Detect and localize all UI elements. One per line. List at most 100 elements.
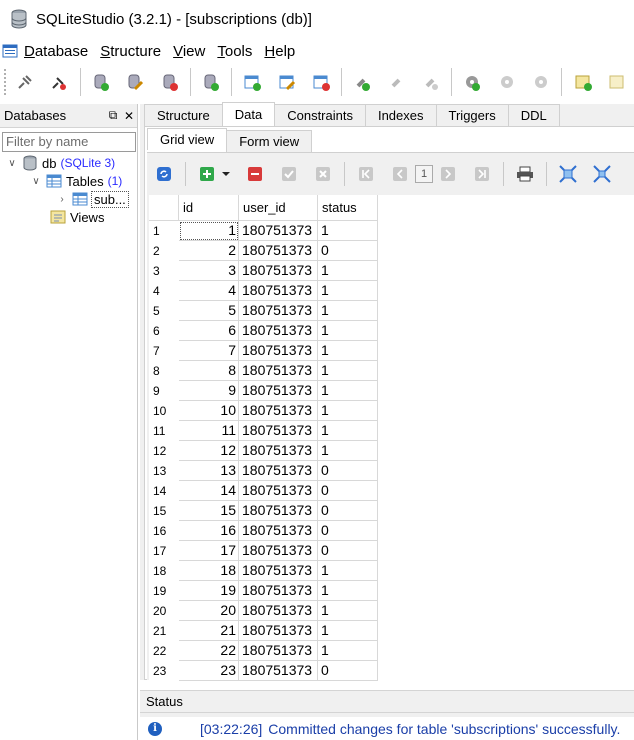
cell-user-id[interactable]: 180751373 <box>239 461 318 481</box>
previous-page-icon[interactable] <box>389 163 411 185</box>
column-header-status[interactable]: status <box>318 195 378 221</box>
page-number-field[interactable]: 1 <box>415 165 433 183</box>
row-number[interactable]: 22 <box>149 641 179 661</box>
tab-ddl[interactable]: DDL <box>507 104 560 126</box>
create-index-icon[interactable] <box>351 70 373 94</box>
cell-user-id[interactable]: 180751373 <box>239 621 318 641</box>
cell-user-id[interactable]: 180751373 <box>239 241 318 261</box>
edit-trigger-icon[interactable] <box>496 70 518 94</box>
cell-status[interactable]: 1 <box>318 381 378 401</box>
cell-id[interactable]: 7 <box>179 341 239 361</box>
row-number[interactable]: 4 <box>149 281 179 301</box>
cell-status[interactable]: 0 <box>318 521 378 541</box>
delete-row-icon[interactable] <box>244 163 266 185</box>
cell-id[interactable]: 12 <box>179 441 239 461</box>
cell-id[interactable]: 3 <box>179 261 239 281</box>
collapse-chevron-icon[interactable]: ∨ <box>6 158 18 169</box>
close-panel-icon[interactable]: ✕ <box>121 109 137 123</box>
float-panel-icon[interactable]: ⧉ <box>105 108 121 123</box>
cell-status[interactable]: 0 <box>318 661 378 681</box>
cell-status[interactable]: 1 <box>318 561 378 581</box>
cell-status[interactable]: 1 <box>318 581 378 601</box>
table-row[interactable]: 8 8 180751373 1 <box>149 361 634 381</box>
table-row[interactable]: 10 10 180751373 1 <box>149 401 634 421</box>
tree-item-table-subscriptions[interactable]: › sub... <box>56 190 129 208</box>
edit-table-icon[interactable] <box>275 70 297 94</box>
disconnect-icon[interactable] <box>48 70 70 94</box>
row-number[interactable]: 16 <box>149 521 179 541</box>
cell-status[interactable]: 0 <box>318 461 378 481</box>
row-number[interactable]: 11 <box>149 421 179 441</box>
cell-user-id[interactable]: 180751373 <box>239 541 318 561</box>
edit-view-icon[interactable] <box>606 70 628 94</box>
table-row[interactable]: 7 7 180751373 1 <box>149 341 634 361</box>
corner-header-cell[interactable] <box>149 195 179 221</box>
cell-id[interactable]: 20 <box>179 601 239 621</box>
column-header-user-id[interactable]: user_id <box>239 195 318 221</box>
row-number[interactable]: 8 <box>149 361 179 381</box>
remove-database-icon[interactable] <box>158 70 180 94</box>
tab-data[interactable]: Data <box>221 102 276 126</box>
row-number[interactable]: 23 <box>149 661 179 681</box>
table-row[interactable]: 13 13 180751373 0 <box>149 461 634 481</box>
cell-id[interactable]: 21 <box>179 621 239 641</box>
cell-id[interactable]: 9 <box>179 381 239 401</box>
mdi-window-icon[interactable] <box>2 43 18 59</box>
cell-id[interactable]: 23 <box>179 661 239 681</box>
insert-row-dropdown-icon[interactable] <box>220 163 232 185</box>
fit-columns-icon[interactable] <box>557 163 579 185</box>
cell-id[interactable]: 22 <box>179 641 239 661</box>
cell-id[interactable]: 14 <box>179 481 239 501</box>
cell-user-id[interactable]: 180751373 <box>239 341 318 361</box>
table-row[interactable]: 6 6 180751373 1 <box>149 321 634 341</box>
tab-form-view[interactable]: Form view <box>226 130 313 152</box>
table-row[interactable]: 22 22 180751373 1 <box>149 641 634 661</box>
refresh-database-icon[interactable] <box>200 70 222 94</box>
cell-id[interactable]: 2 <box>179 241 239 261</box>
cell-user-id[interactable]: 180751373 <box>239 361 318 381</box>
table-row[interactable]: 19 19 180751373 1 <box>149 581 634 601</box>
create-view-icon[interactable] <box>571 70 593 94</box>
row-number[interactable]: 17 <box>149 541 179 561</box>
cell-id[interactable]: 5 <box>179 301 239 321</box>
last-page-icon[interactable] <box>471 163 493 185</box>
tab-triggers[interactable]: Triggers <box>435 104 509 126</box>
first-page-icon[interactable] <box>355 163 377 185</box>
table-row[interactable]: 18 18 180751373 1 <box>149 561 634 581</box>
cell-id[interactable]: 15 <box>179 501 239 521</box>
row-number[interactable]: 2 <box>149 241 179 261</box>
table-row[interactable]: 17 17 180751373 0 <box>149 541 634 561</box>
tree-item-views[interactable]: Views <box>42 208 104 226</box>
cell-user-id[interactable]: 180751373 <box>239 641 318 661</box>
cell-user-id[interactable]: 180751373 <box>239 221 318 241</box>
insert-row-icon[interactable] <box>196 163 218 185</box>
table-row[interactable]: 9 9 180751373 1 <box>149 381 634 401</box>
cell-user-id[interactable]: 180751373 <box>239 401 318 421</box>
row-number[interactable]: 7 <box>149 341 179 361</box>
table-row[interactable]: 5 5 180751373 1 <box>149 301 634 321</box>
cell-status[interactable]: 1 <box>318 641 378 661</box>
cell-status[interactable]: 0 <box>318 241 378 261</box>
delete-trigger-icon[interactable] <box>530 70 552 94</box>
cell-user-id[interactable]: 180751373 <box>239 261 318 281</box>
table-row[interactable]: 14 14 180751373 0 <box>149 481 634 501</box>
cell-user-id[interactable]: 180751373 <box>239 601 318 621</box>
table-row[interactable]: 1 1 180751373 1 <box>149 221 634 241</box>
print-icon[interactable] <box>514 163 536 185</box>
row-number[interactable]: 20 <box>149 601 179 621</box>
rollback-icon[interactable] <box>312 163 334 185</box>
cell-status[interactable]: 0 <box>318 481 378 501</box>
table-row[interactable]: 21 21 180751373 1 <box>149 621 634 641</box>
cell-id[interactable]: 10 <box>179 401 239 421</box>
cell-id[interactable]: 8 <box>179 361 239 381</box>
next-page-icon[interactable] <box>437 163 459 185</box>
cell-id[interactable]: 17 <box>179 541 239 561</box>
expand-columns-icon[interactable] <box>591 163 613 185</box>
tab-constraints[interactable]: Constraints <box>274 104 366 126</box>
cell-user-id[interactable]: 180751373 <box>239 421 318 441</box>
cell-user-id[interactable]: 180751373 <box>239 501 318 521</box>
row-number[interactable]: 1 <box>149 221 179 241</box>
cell-id[interactable]: 19 <box>179 581 239 601</box>
row-number[interactable]: 18 <box>149 561 179 581</box>
tree-item-tables[interactable]: ∨ Tables (1) <box>30 172 122 190</box>
